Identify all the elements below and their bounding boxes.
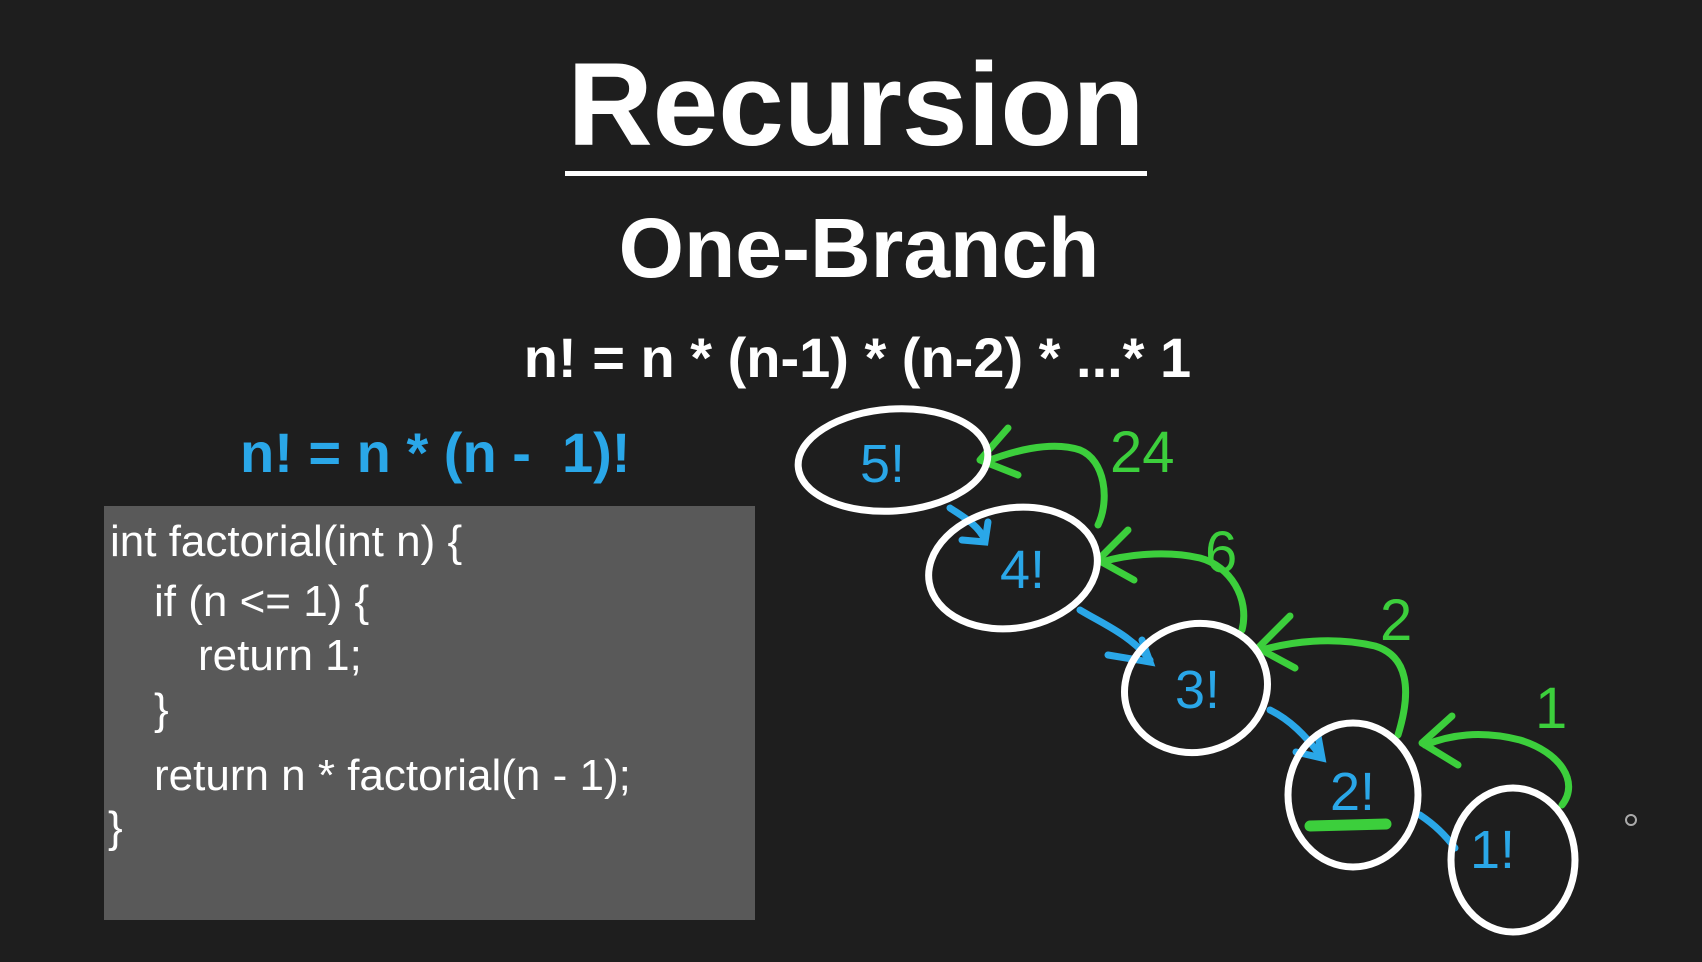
return-value-2: 2 (1380, 588, 1412, 653)
node-label-1: 1! (1470, 820, 1515, 880)
return-value-24: 24 (1110, 420, 1175, 485)
base-case-underline (1304, 818, 1392, 832)
node-label-4: 4! (1000, 540, 1045, 600)
return-value-6: 6 (1205, 520, 1237, 585)
call-arrow-3-to-2 (1266, 706, 1324, 759)
node-label-5: 5! (860, 434, 905, 494)
recursion-call-diagram: 5! 4! 3! 2! 1! 24 6 2 1 (794, 405, 1637, 936)
return-arrow-1-to-2 (1421, 731, 1573, 809)
node-label-3: 3! (1175, 660, 1220, 720)
return-arrows (976, 424, 1573, 832)
return-value-1: 1 (1535, 676, 1567, 741)
pointer-dot (1625, 814, 1637, 826)
return-arrow-4-to-5 (981, 442, 1108, 529)
node-label-2: 2! (1330, 762, 1375, 822)
